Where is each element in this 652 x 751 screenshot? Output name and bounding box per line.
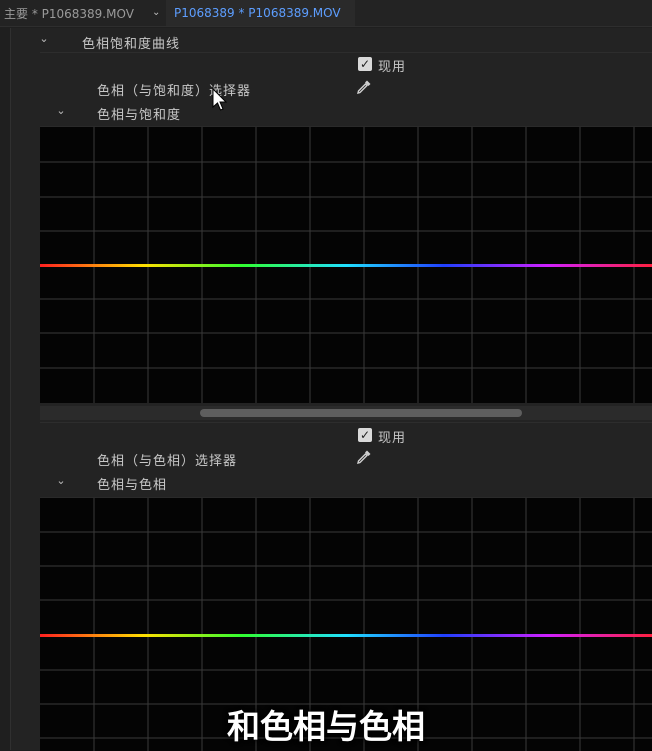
tab-active[interactable]: P1068389 * P1068389.MOV — [166, 0, 355, 26]
check-icon[interactable]: ✓ — [358, 428, 372, 442]
eyedropper-icon[interactable] — [356, 79, 372, 99]
hue-curve-line[interactable] — [40, 264, 652, 267]
divider — [40, 52, 652, 53]
section-title: 色相饱和度曲线 — [82, 37, 181, 52]
divider — [40, 422, 652, 423]
hue-hue-selector-label: 色相（与色相）选择器 — [97, 454, 238, 469]
tab-main[interactable]: 主要 * P1068389.MOV — [4, 5, 134, 22]
enable-label-2: 现用 — [378, 431, 407, 446]
scrollbar-thumb[interactable] — [200, 409, 522, 417]
chevron-down-icon[interactable]: ⌄ — [54, 104, 68, 117]
check-icon[interactable]: ✓ — [358, 57, 372, 71]
horizontal-scrollbar[interactable] — [40, 406, 652, 420]
eyedropper-icon[interactable] — [356, 449, 372, 469]
chevron-down-icon[interactable]: ⌄ — [152, 7, 160, 18]
hue-vs-sat-title: 色相与饱和度 — [97, 108, 182, 123]
chevron-down-icon[interactable]: ⌄ — [54, 474, 68, 487]
hue-vs-sat-graph[interactable] — [40, 126, 652, 403]
enable-label-1: 现用 — [378, 60, 407, 75]
hue-curve-line[interactable] — [40, 634, 652, 637]
hue-vs-hue-title: 色相与色相 — [97, 478, 168, 493]
video-subtitle: 和色相与色相 — [227, 707, 425, 746]
tab-bar: 主要 * P1068389.MOV ⌄ P1068389 * P1068389.… — [0, 0, 652, 27]
chevron-down-icon[interactable]: ⌄ — [37, 32, 51, 45]
mouse-cursor-icon — [212, 87, 228, 116]
